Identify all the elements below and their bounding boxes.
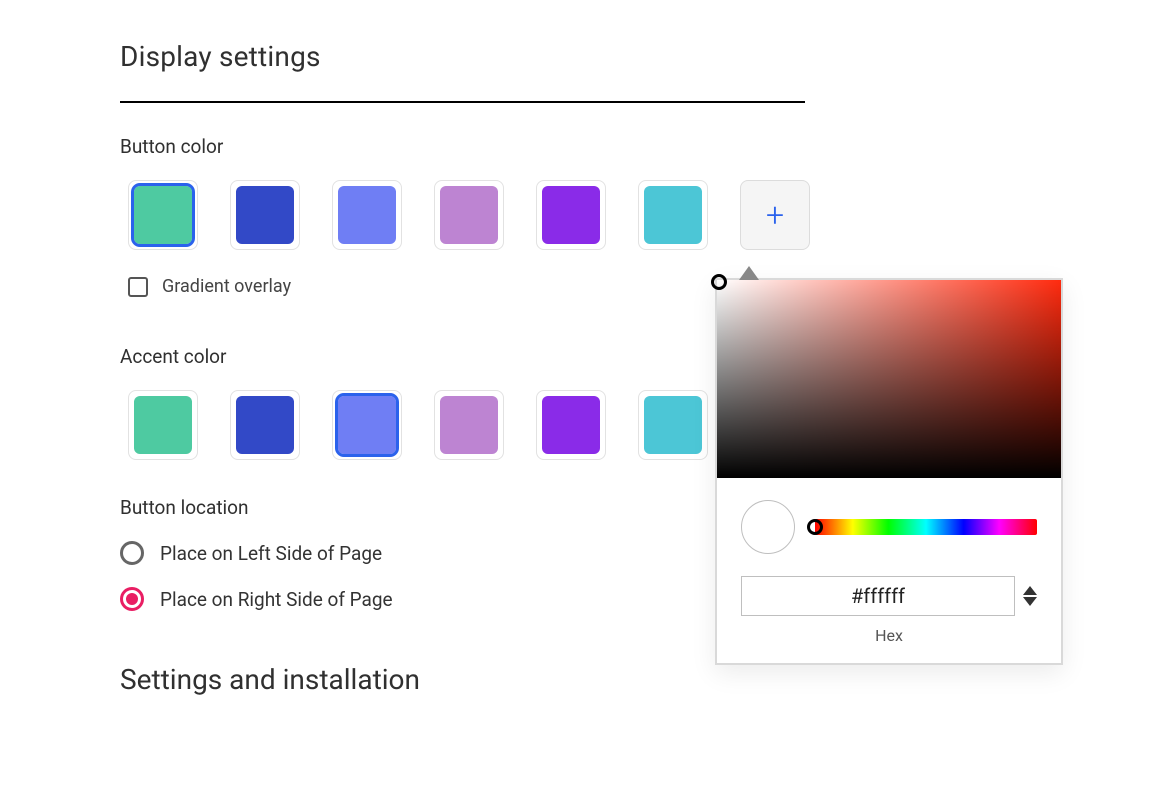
swatch-inner	[338, 396, 396, 454]
swatch-teal[interactable]	[128, 180, 198, 250]
swatch-inner	[440, 186, 498, 244]
saturation-value-area[interactable]	[717, 280, 1061, 478]
swatch-inner	[542, 186, 600, 244]
button-color-label: Button color	[120, 135, 1164, 158]
popover-arrow-icon	[739, 266, 759, 280]
swatch-orchid[interactable]	[434, 180, 504, 250]
gradient-overlay-label: Gradient overlay	[162, 276, 291, 297]
swatch-orchid[interactable]	[434, 390, 504, 460]
hex-input[interactable]	[741, 576, 1015, 616]
swatch-inner	[134, 396, 192, 454]
swatch-periwinkle[interactable]	[332, 390, 402, 460]
swatch-purple[interactable]	[536, 390, 606, 460]
section-divider	[120, 101, 805, 103]
sv-handle[interactable]	[711, 274, 727, 290]
swatch-cyan[interactable]	[638, 180, 708, 250]
gradient-overlay-checkbox[interactable]	[128, 277, 148, 297]
hue-handle[interactable]	[807, 519, 823, 535]
format-spinner[interactable]	[1023, 586, 1037, 606]
swatch-blue[interactable]	[230, 180, 300, 250]
swatch-teal[interactable]	[128, 390, 198, 460]
color-preview	[741, 500, 795, 554]
add-color-button[interactable]: +	[740, 180, 810, 250]
radio-right[interactable]	[120, 587, 144, 611]
swatch-inner	[338, 186, 396, 244]
swatch-periwinkle[interactable]	[332, 180, 402, 250]
hex-field-label: Hex	[717, 620, 1061, 663]
swatch-inner	[440, 396, 498, 454]
swatch-inner	[644, 186, 702, 244]
radio-left-label: Place on Left Side of Page	[160, 542, 382, 565]
chevron-down-icon	[1023, 597, 1037, 606]
swatch-inner	[542, 396, 600, 454]
color-picker-popover: Hex	[715, 278, 1063, 665]
swatch-inner	[236, 186, 294, 244]
section-title-install: Settings and installation	[120, 663, 1164, 696]
section-title-display: Display settings	[120, 40, 1164, 73]
plus-icon: +	[766, 199, 784, 231]
swatch-inner	[236, 396, 294, 454]
swatch-purple[interactable]	[536, 180, 606, 250]
swatch-inner	[134, 186, 192, 244]
button-color-swatches: +	[120, 180, 1164, 250]
radio-right-label: Place on Right Side of Page	[160, 588, 393, 611]
swatch-inner	[644, 396, 702, 454]
chevron-up-icon	[1023, 586, 1037, 595]
swatch-blue[interactable]	[230, 390, 300, 460]
swatch-cyan[interactable]	[638, 390, 708, 460]
radio-left[interactable]	[120, 541, 144, 565]
hue-slider[interactable]	[815, 519, 1037, 535]
